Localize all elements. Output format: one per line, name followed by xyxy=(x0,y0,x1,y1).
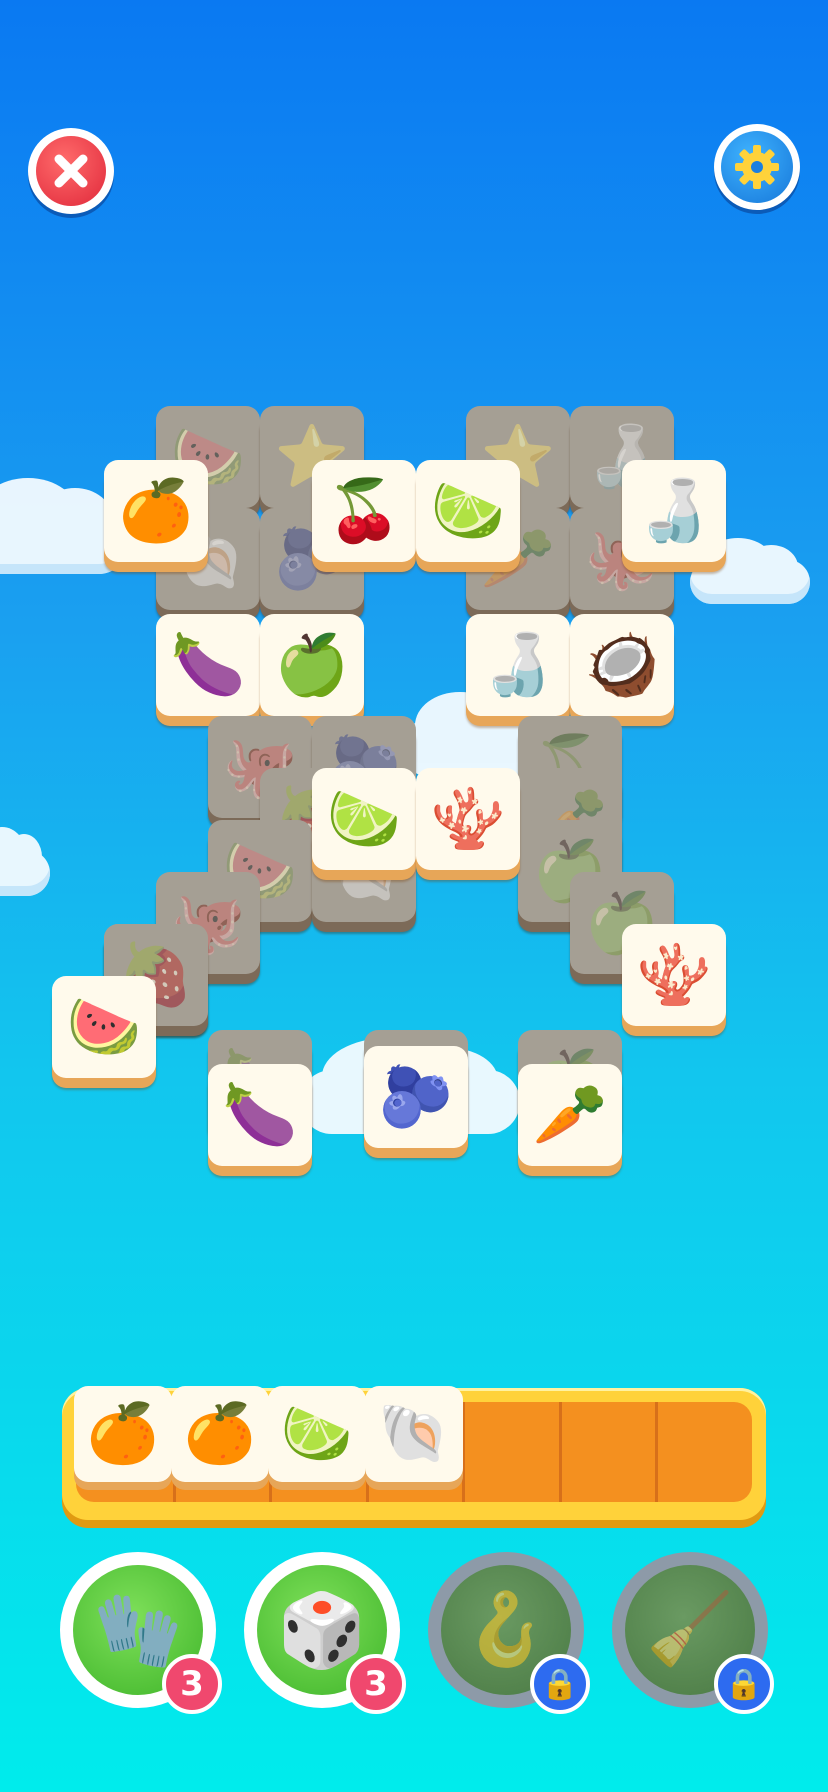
dice-booster-button[interactable]: 🎲 3 xyxy=(244,1552,406,1714)
tile-icon: 🍋‍🟩 xyxy=(430,477,506,544)
tile-face: 🫐 xyxy=(364,1046,468,1148)
board-tile[interactable]: 🥥 xyxy=(570,614,674,726)
tile-icon: 🥕 xyxy=(532,1081,608,1148)
close-button[interactable] xyxy=(28,128,114,214)
board-tile[interactable]: 🍆 xyxy=(156,614,260,726)
tile-icon: 🍉 xyxy=(66,993,142,1060)
tile-face: 🪸 xyxy=(416,768,520,870)
dice-icon: 🎲 xyxy=(277,1590,367,1671)
tray-tile: 🍊 xyxy=(74,1386,172,1490)
tile-icon: 🍋‍🟩 xyxy=(280,1401,354,1466)
tile-face: 🥥 xyxy=(570,614,674,716)
tile-face: 🍋‍🟩 xyxy=(268,1386,366,1482)
board-tile[interactable]: 🍉 xyxy=(52,976,156,1088)
tile-icon: 🐚 xyxy=(377,1401,451,1466)
tile-icon: 🍊 xyxy=(118,477,194,544)
glove-booster-button[interactable]: 🧤 3 xyxy=(60,1552,222,1714)
tile-icon: 🍆 xyxy=(170,631,246,698)
tile-face: 🍋‍🟩 xyxy=(416,460,520,562)
board-tile[interactable]: 🍶 xyxy=(622,460,726,572)
board-tile[interactable]: 🍋‍🟩 xyxy=(416,460,520,572)
board-tile[interactable]: 🥕 xyxy=(518,1064,622,1176)
hook-icon: 🪝 xyxy=(462,1590,550,1668)
tray-tile: 🍊 xyxy=(171,1386,269,1490)
close-icon xyxy=(36,136,106,206)
tile-face: 🍊 xyxy=(171,1386,269,1482)
tile-icon: 🍋‍🟩 xyxy=(326,785,402,852)
tray-slot-divider xyxy=(558,1402,562,1502)
tile-face: 🍏 xyxy=(260,614,364,716)
gear-icon xyxy=(721,131,793,203)
tray-tile: 🐚 xyxy=(365,1386,463,1490)
tile-icon: 🍶 xyxy=(636,477,712,544)
tile-face: 🍶 xyxy=(622,460,726,562)
tile-icon: 🪸 xyxy=(430,785,506,852)
board-tile[interactable]: 🪸 xyxy=(622,924,726,1036)
cloud xyxy=(0,827,50,896)
lock-icon: 🔒 xyxy=(530,1654,590,1714)
tile-face: 🐚 xyxy=(365,1386,463,1482)
broom-booster-button[interactable]: 🧹 🔒 xyxy=(612,1552,774,1714)
tile-face: 🍋‍🟩 xyxy=(312,768,416,870)
glove-icon: 🧤 xyxy=(93,1590,183,1671)
board-tile[interactable]: 🫐 xyxy=(364,1046,468,1158)
tile-icon: 🍏 xyxy=(274,631,350,698)
tile-face: 🍉 xyxy=(52,976,156,1078)
broom-icon: 🧹 xyxy=(646,1590,734,1668)
tile-face: 🍶 xyxy=(466,614,570,716)
tile-face: 🪸 xyxy=(622,924,726,1026)
tile-icon: 🍆 xyxy=(222,1081,298,1148)
tile-face: 🥕 xyxy=(518,1064,622,1166)
tile-face: 🍊 xyxy=(104,460,208,562)
board-tile[interactable]: 🍒 xyxy=(312,460,416,572)
tile-icon: 🫐 xyxy=(378,1063,454,1130)
board-tile[interactable]: 🍶 xyxy=(466,614,570,726)
board-tile[interactable]: 🍆 xyxy=(208,1064,312,1176)
board-tile[interactable]: 🍏 xyxy=(260,614,364,726)
tile-icon: 🍒 xyxy=(326,477,402,544)
hook-booster-button[interactable]: 🪝 🔒 xyxy=(428,1552,590,1714)
booster-count-badge: 3 xyxy=(162,1654,222,1714)
tile-icon: 🍶 xyxy=(480,631,556,698)
board-tile[interactable]: 🍊 xyxy=(104,460,208,572)
tile-face: 🍊 xyxy=(74,1386,172,1482)
settings-button[interactable] xyxy=(714,124,800,210)
tray-tile: 🍋‍🟩 xyxy=(268,1386,366,1490)
board-tile[interactable]: 🪸 xyxy=(416,768,520,880)
lock-icon: 🔒 xyxy=(714,1654,774,1714)
tray-slot-divider xyxy=(655,1402,659,1502)
booster-count-badge: 3 xyxy=(346,1654,406,1714)
tile-icon: 🪸 xyxy=(636,941,712,1008)
tile-face: 🍒 xyxy=(312,460,416,562)
tile-icon: 🥥 xyxy=(584,631,660,698)
tile-icon: 🍊 xyxy=(86,1401,160,1466)
tile-icon: 🍊 xyxy=(183,1401,257,1466)
board-tile[interactable]: 🍋‍🟩 xyxy=(312,768,416,880)
tile-face: 🍆 xyxy=(156,614,260,716)
tile-face: 🍆 xyxy=(208,1064,312,1166)
